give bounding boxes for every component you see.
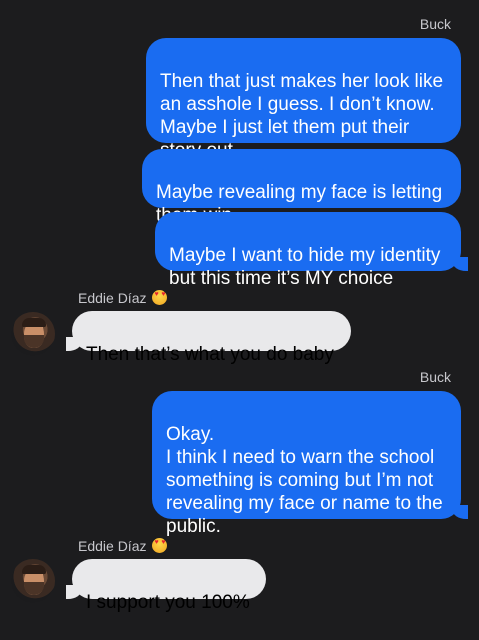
- avatar[interactable]: [11, 312, 55, 356]
- avatar-beard: [24, 335, 44, 348]
- heart-eyes-emoji-icon: [152, 538, 168, 553]
- sender-name: Eddie Díaz: [78, 290, 168, 306]
- message-text: Okay. I think I need to warn the school …: [166, 424, 443, 537]
- outgoing-message-bubble[interactable]: Maybe I want to hide my identity but thi…: [155, 212, 461, 289]
- sender-name: Buck: [419, 16, 451, 32]
- outgoing-message-bubble[interactable]: Okay. I think I need to warn the school …: [152, 391, 461, 537]
- incoming-message-bubble[interactable]: I support you 100%: [72, 559, 266, 613]
- message-thread: Buck Then that just makes her look like …: [0, 0, 479, 640]
- avatar-hair: [22, 565, 46, 574]
- sender-name-text: Eddie Díaz: [78, 290, 147, 306]
- incoming-message-bubble[interactable]: Then that’s what you do baby: [72, 311, 351, 365]
- outgoing-message-bubble[interactable]: Then that just makes her look like an as…: [146, 38, 461, 161]
- sender-name-text: Eddie Díaz: [78, 538, 147, 554]
- bubble-tail: [452, 505, 468, 519]
- bubble-tail: [66, 337, 82, 351]
- bubble-tail: [66, 585, 82, 599]
- message-text: Then that just makes her look like an as…: [160, 71, 444, 161]
- sender-name: Buck: [419, 369, 451, 385]
- avatar[interactable]: [11, 559, 55, 603]
- message-text: I support you 100%: [86, 592, 250, 613]
- avatar-hair: [22, 318, 46, 327]
- bubble-tail: [452, 257, 468, 271]
- sender-name: Eddie Díaz: [78, 538, 168, 554]
- outgoing-message-bubble[interactable]: Maybe revealing my face is letting them …: [142, 149, 461, 226]
- message-text: Maybe I want to hide my identity but thi…: [169, 245, 441, 289]
- heart-eyes-emoji-icon: [152, 290, 168, 305]
- avatar-beard: [24, 582, 44, 595]
- message-text: Then that’s what you do baby: [86, 344, 334, 365]
